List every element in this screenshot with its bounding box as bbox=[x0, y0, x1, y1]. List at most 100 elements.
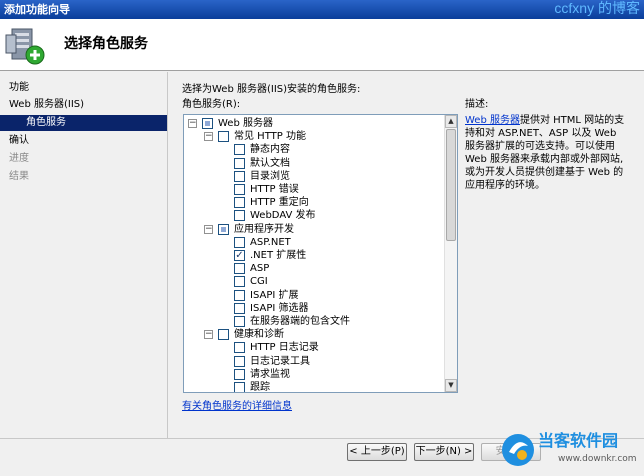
tree-item-label: HTTP 重定向 bbox=[250, 197, 309, 209]
page-title: 选择角色服务 bbox=[64, 36, 148, 52]
checkbox[interactable] bbox=[234, 236, 245, 248]
checkbox[interactable] bbox=[234, 276, 245, 288]
main-panel: 选择为Web 服务器(IIS)安装的角色服务: 角色服务(R): 描述: ▲ ▼… bbox=[169, 72, 644, 438]
tree-item[interactable]: − Web 服务器 bbox=[184, 117, 442, 130]
checkbox[interactable] bbox=[234, 368, 245, 380]
brand-logo-icon bbox=[502, 434, 534, 466]
tree-item[interactable]: 日志记录工具 bbox=[184, 355, 442, 368]
tree-item[interactable]: ✓ .NET 扩展性 bbox=[184, 249, 442, 262]
expand-collapse-icon[interactable]: − bbox=[204, 224, 213, 234]
nav-step-results: 结果 bbox=[9, 171, 29, 182]
role-services-details-link[interactable]: 有关角色服务的详细信息 bbox=[182, 400, 292, 413]
role-services-label: 角色服务(R): bbox=[182, 99, 241, 110]
tree-item[interactable]: CGI bbox=[184, 275, 442, 288]
scroll-thumb[interactable] bbox=[446, 129, 456, 241]
tree-item[interactable]: ASP.NET bbox=[184, 236, 442, 249]
checkbox[interactable] bbox=[234, 170, 245, 182]
tree-item[interactable]: 目录浏览 bbox=[184, 170, 442, 183]
tree-item[interactable]: 默认文档 bbox=[184, 157, 442, 170]
tree-item-label: 应用程序开发 bbox=[234, 223, 294, 235]
tree-item-label: WebDAV 发布 bbox=[250, 210, 316, 222]
scroll-up-icon[interactable]: ▲ bbox=[445, 115, 457, 128]
tree-item[interactable]: 跟踪 bbox=[184, 381, 442, 393]
expand-collapse-icon[interactable]: − bbox=[188, 119, 197, 128]
server-add-icon bbox=[5, 28, 45, 65]
tree-item[interactable]: ISAPI 筛选器 bbox=[184, 302, 442, 315]
checkbox[interactable]: ✓ bbox=[234, 250, 245, 261]
tree-item-label: ASP.NET bbox=[250, 236, 291, 248]
title-bar: 添加功能向导 ccfxny 的博客 bbox=[0, 0, 644, 19]
tree-item-label: ISAPI 扩展 bbox=[250, 289, 299, 301]
instruction-text: 选择为Web 服务器(IIS)安装的角色服务: bbox=[182, 84, 361, 95]
wizard-steps-nav: 功能 Web 服务器(IIS) 角色服务 确认 进度 结果 bbox=[0, 72, 168, 438]
tree-item[interactable]: HTTP 日志记录 bbox=[184, 341, 442, 354]
description-body: 提供对 HTML 网站的支持和对 ASP.NET、ASP 以及 Web 服务器扩… bbox=[465, 115, 625, 191]
wizard-footer: < 上一步(P) 下一步(N) > 安装(I) 当客软件园 www.downkr… bbox=[0, 433, 644, 476]
checkbox[interactable] bbox=[234, 263, 245, 275]
expand-collapse-icon[interactable]: − bbox=[204, 330, 213, 340]
tree-item-label: 请求监视 bbox=[250, 368, 290, 380]
checkbox[interactable] bbox=[234, 289, 245, 301]
tree-scrollbar[interactable]: ▲ ▼ bbox=[444, 115, 457, 392]
checkbox[interactable] bbox=[202, 118, 213, 129]
tree-item[interactable]: 在服务器端的包含文件 bbox=[184, 315, 442, 328]
checkbox[interactable] bbox=[234, 144, 245, 156]
description-link[interactable]: Web 服务器 bbox=[465, 115, 520, 126]
checkbox[interactable] bbox=[234, 210, 245, 222]
brand-url: www.downkr.com bbox=[558, 454, 637, 464]
description-label: 描述: bbox=[465, 99, 489, 110]
checkbox[interactable] bbox=[234, 382, 245, 392]
tree-item[interactable]: HTTP 错误 bbox=[184, 183, 442, 196]
prev-button[interactable]: < 上一步(P) bbox=[347, 443, 407, 461]
nav-step-features[interactable]: 功能 bbox=[0, 80, 167, 96]
tree-item[interactable]: 静态内容 bbox=[184, 143, 442, 156]
checkbox[interactable] bbox=[218, 223, 229, 235]
checkbox[interactable] bbox=[218, 329, 229, 341]
tree-item[interactable]: − 常见 HTTP 功能 bbox=[184, 130, 442, 143]
tree-item-label: Web 服务器 bbox=[218, 118, 273, 129]
tree-item[interactable]: ASP bbox=[184, 262, 442, 275]
checkbox[interactable] bbox=[234, 197, 245, 209]
nav-step-role-services[interactable]: 角色服务 bbox=[0, 115, 167, 131]
checkbox[interactable] bbox=[218, 131, 229, 143]
next-button[interactable]: 下一步(N) > bbox=[414, 443, 474, 461]
tree-item-label: CGI bbox=[250, 276, 268, 288]
tree-item-label: 静态内容 bbox=[250, 144, 290, 156]
expand-collapse-icon[interactable]: − bbox=[204, 132, 213, 142]
tree-item-label: HTTP 错误 bbox=[250, 184, 299, 195]
role-services-tree[interactable]: ▲ ▼ − Web 服务器 − 常见 HTTP 功能 静态内容 默认文档 目录浏览 HTTP … bbox=[183, 114, 458, 393]
tree-item-label: ISAPI 筛选器 bbox=[250, 302, 309, 314]
tree-item-label: 健康和诊断 bbox=[234, 329, 284, 341]
tree-item-label: 在服务器端的包含文件 bbox=[250, 316, 350, 327]
tree-item-label: 目录浏览 bbox=[250, 170, 290, 182]
tree-item-label: 默认文档 bbox=[250, 157, 290, 169]
tree-item[interactable]: − 健康和诊断 bbox=[184, 328, 442, 341]
window-title: 添加功能向导 bbox=[4, 3, 70, 16]
nav-step-progress: 进度 bbox=[9, 153, 29, 164]
description-text: Web 服务器提供对 HTML 网站的支持和对 ASP.NET、ASP 以及 W… bbox=[465, 114, 625, 192]
wizard-header: 选择角色服务 bbox=[0, 19, 644, 71]
tree-item-label: 日志记录工具 bbox=[250, 355, 310, 367]
tree-item-label: 跟踪 bbox=[250, 382, 270, 393]
checkbox[interactable] bbox=[234, 157, 245, 169]
checkbox[interactable] bbox=[234, 302, 245, 314]
checkbox[interactable] bbox=[234, 184, 245, 195]
tree-item[interactable]: ISAPI 扩展 bbox=[184, 289, 442, 302]
checkbox[interactable] bbox=[234, 355, 245, 367]
checkbox[interactable] bbox=[234, 316, 245, 327]
tree-item-label: ASP bbox=[250, 263, 270, 275]
tree-item-label: 常见 HTTP 功能 bbox=[234, 131, 306, 143]
site-logo: 当客软件园 www.downkr.com bbox=[498, 430, 638, 472]
tree-item[interactable]: WebDAV 发布 bbox=[184, 209, 442, 222]
nav-step-confirm[interactable]: 确认 bbox=[0, 133, 167, 149]
scroll-down-icon[interactable]: ▼ bbox=[445, 379, 457, 392]
brand-name: 当客软件园 bbox=[538, 433, 619, 450]
nav-step-web-server[interactable]: Web 服务器(IIS) bbox=[0, 97, 167, 113]
tree-item[interactable]: 请求监视 bbox=[184, 368, 442, 381]
tree-item-label: HTTP 日志记录 bbox=[250, 342, 319, 354]
checkbox[interactable] bbox=[234, 342, 245, 354]
tree-item[interactable]: − 应用程序开发 bbox=[184, 223, 442, 236]
watermark-text: ccfxny 的博客 bbox=[554, 0, 640, 16]
tree-item[interactable]: HTTP 重定向 bbox=[184, 196, 442, 209]
tree-item-label: .NET 扩展性 bbox=[250, 250, 307, 261]
